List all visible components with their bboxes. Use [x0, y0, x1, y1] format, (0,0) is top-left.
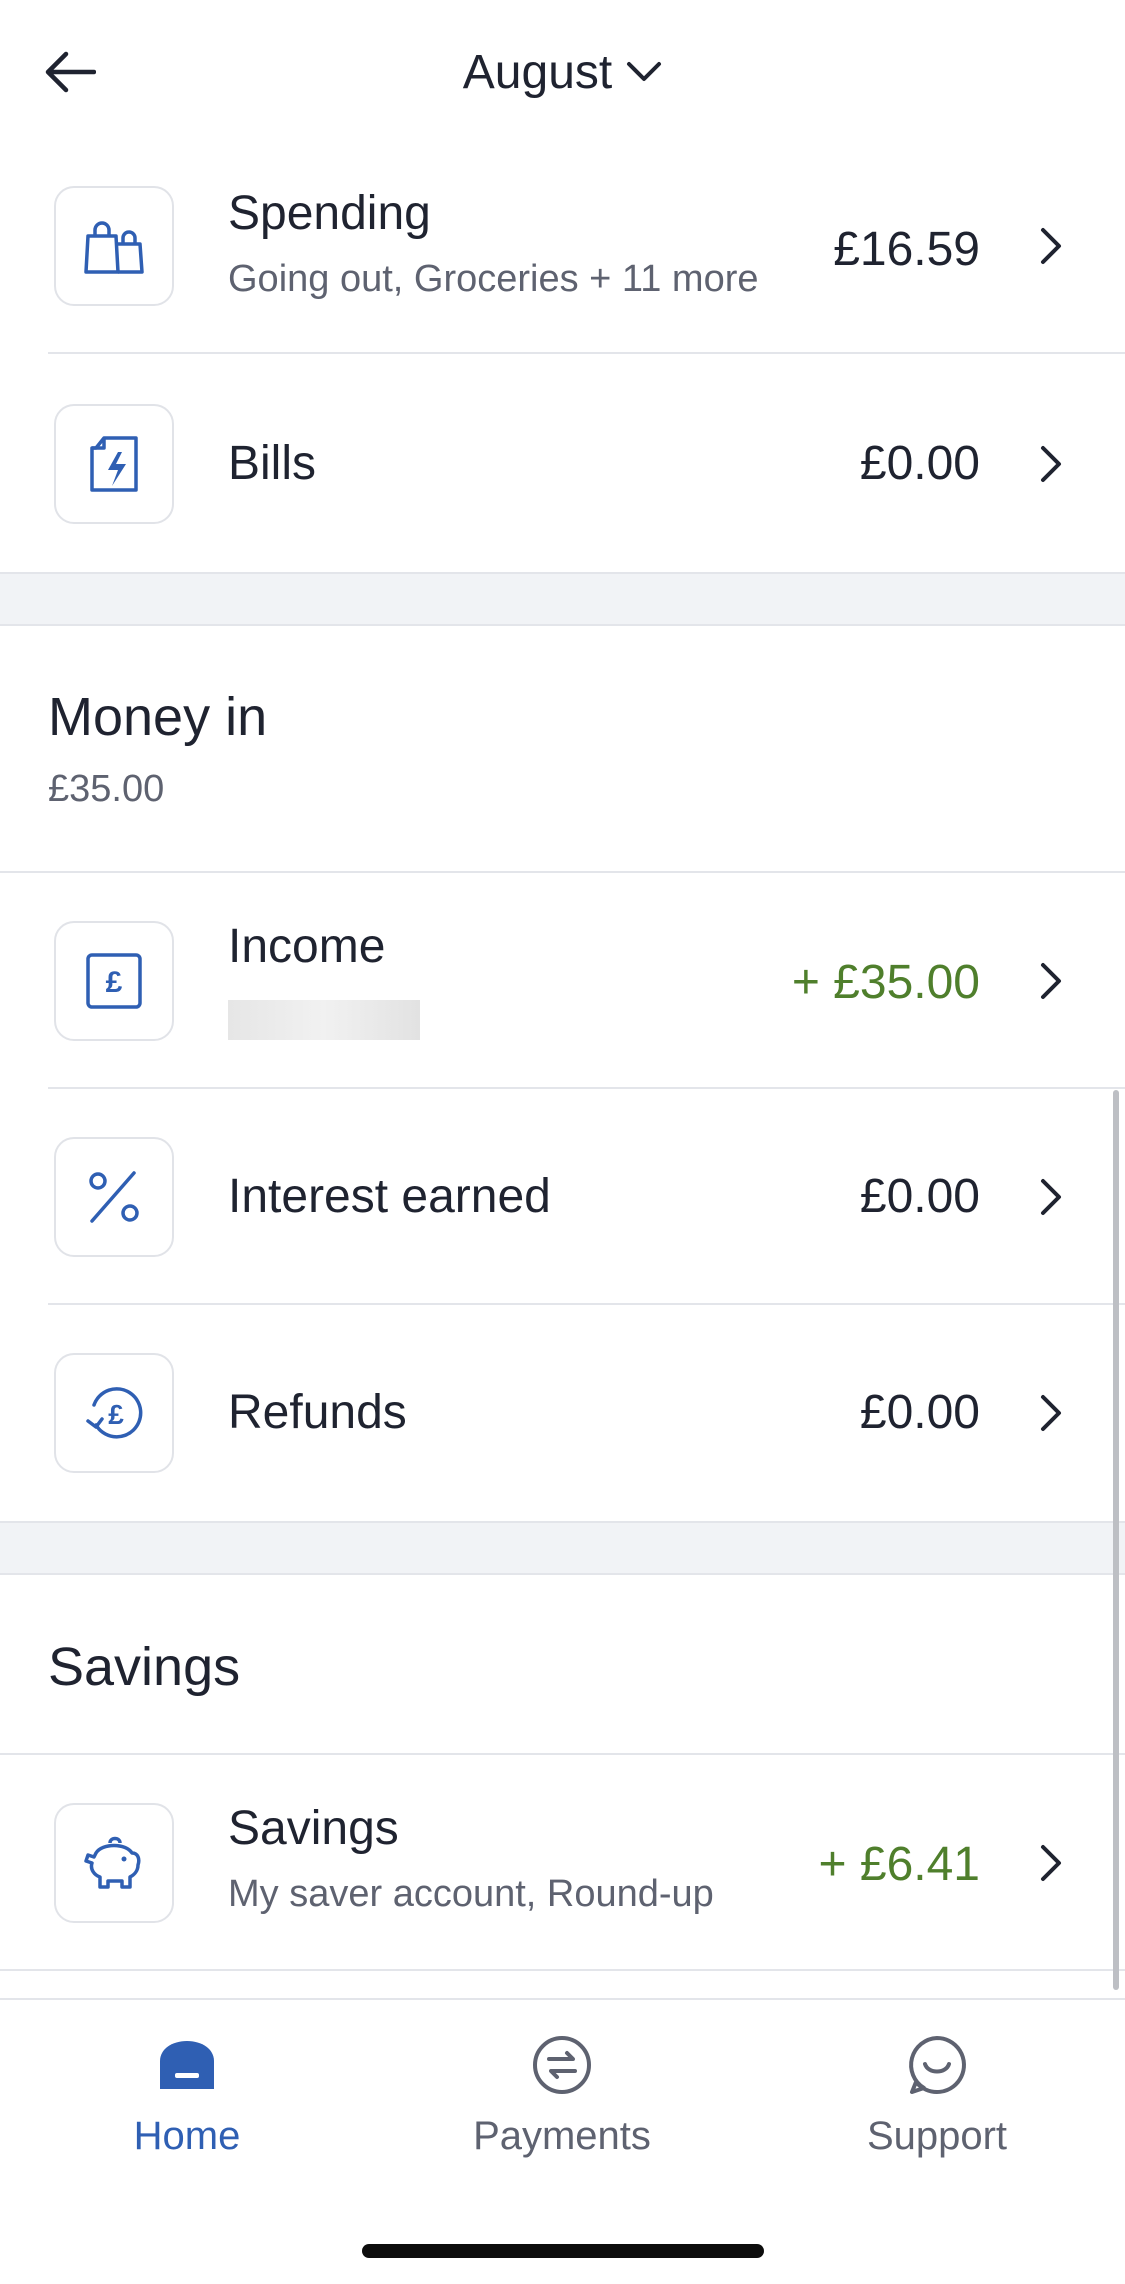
svg-text:£: £	[108, 1399, 124, 1430]
category-title: Spending	[228, 187, 431, 240]
category-icon-box	[54, 1803, 174, 1923]
percent-icon	[89, 1171, 139, 1223]
home-icon	[152, 2030, 222, 2100]
money-in-total: £35.00	[48, 768, 165, 810]
tab-home[interactable]: Home	[57, 2030, 317, 2180]
category-title: Interest earned	[228, 1170, 551, 1223]
category-row-savings[interactable]: Savings My saver account, Round-up + £6.…	[0, 1755, 1125, 1971]
category-row-bills[interactable]: Bills £0.00	[0, 356, 1125, 572]
redacted-subtitle	[228, 1000, 420, 1040]
category-row-spending[interactable]: Spending Going out, Groceries + 11 more …	[0, 138, 1125, 354]
refund-pound-icon: £	[86, 1387, 143, 1439]
bottom-tab-bar: Home Payments Support	[0, 1998, 1125, 2284]
home-indicator	[362, 2244, 764, 2258]
category-amount: £0.00	[859, 1386, 980, 1439]
tab-label: Home	[133, 2114, 241, 2158]
chevron-right-icon	[1031, 1843, 1071, 1883]
category-amount: + £6.41	[818, 1838, 980, 1891]
category-row-interest[interactable]: Interest earned £0.00	[0, 1089, 1125, 1305]
savings-heading: Savings	[48, 1637, 241, 1697]
category-row-refunds[interactable]: £ Refunds £0.00	[0, 1305, 1125, 1521]
chevron-right-icon	[1031, 961, 1071, 1001]
month-selector[interactable]: August	[0, 40, 1125, 104]
category-title: Income	[228, 920, 386, 973]
section-separator	[0, 572, 1125, 626]
section-separator	[0, 1521, 1125, 1575]
money-in-heading: Money in	[48, 687, 268, 747]
scrollbar[interactable]	[1113, 1090, 1119, 1990]
chevron-right-icon	[1031, 1393, 1071, 1433]
category-subtitle: My saver account, Round-up	[228, 1873, 714, 1915]
bill-lightning-icon	[90, 436, 138, 492]
category-icon-box: £	[54, 921, 174, 1041]
category-icon-box	[54, 404, 174, 524]
pound-card-icon: £	[86, 953, 142, 1009]
category-icon-box	[54, 1137, 174, 1257]
row-divider	[48, 352, 1125, 354]
category-title: Bills	[228, 437, 317, 490]
category-row-income[interactable]: £ Income + £35.00	[0, 873, 1125, 1089]
chevron-down-icon	[627, 62, 662, 81]
category-amount: £0.00	[859, 1170, 980, 1223]
category-title: Refunds	[228, 1386, 407, 1439]
chevron-right-icon	[1031, 1177, 1071, 1217]
chevron-right-icon	[1031, 444, 1071, 484]
category-subtitle: Going out, Groceries + 11 more	[228, 258, 759, 300]
category-icon-box	[54, 186, 174, 306]
tab-label: Payments	[473, 2114, 651, 2158]
row-divider	[0, 1969, 1125, 1971]
support-chat-icon	[902, 2030, 972, 2100]
top-bar: August	[0, 0, 1125, 145]
svg-text:£: £	[106, 966, 123, 999]
tab-label: Support	[866, 2114, 1008, 2158]
category-amount: + £35.00	[791, 956, 980, 1009]
category-amount: £0.00	[859, 437, 980, 490]
month-label: August	[462, 45, 613, 99]
chevron-right-icon	[1031, 226, 1071, 266]
tab-payments[interactable]: Payments	[432, 2030, 692, 2180]
category-title: Savings	[228, 1802, 399, 1855]
shopping-bags-icon	[84, 221, 144, 274]
category-amount: £16.59	[833, 223, 980, 276]
piggy-bank-icon	[84, 1836, 141, 1889]
category-icon-box: £	[54, 1353, 174, 1473]
tab-support[interactable]: Support	[807, 2030, 1067, 2180]
payments-icon	[527, 2030, 597, 2100]
